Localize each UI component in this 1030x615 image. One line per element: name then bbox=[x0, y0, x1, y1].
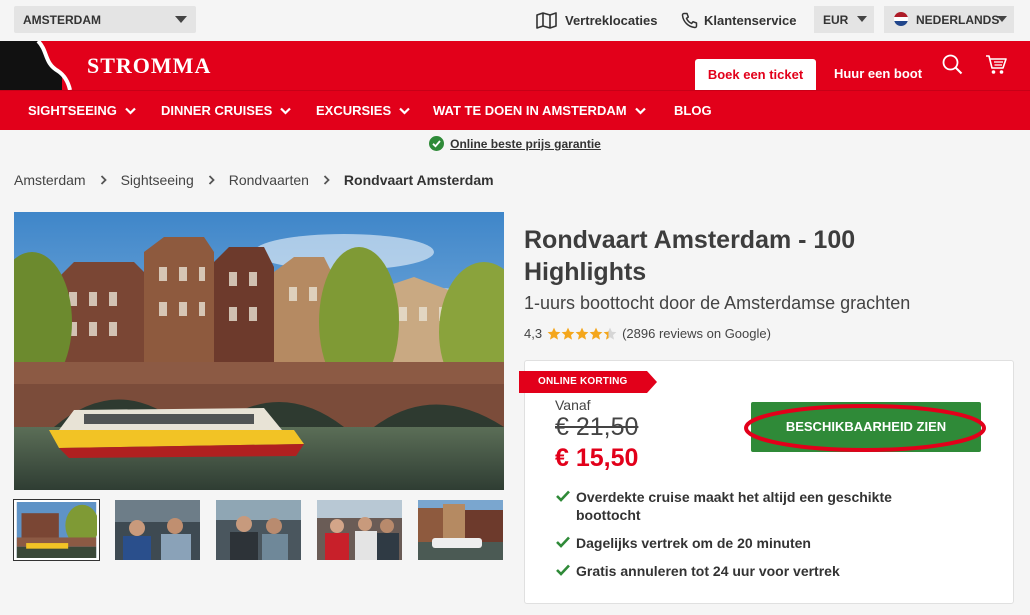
review-count[interactable]: (2896 reviews on Google) bbox=[622, 326, 771, 341]
from-label: Vanaf bbox=[555, 397, 591, 413]
language-select[interactable]: NEDERLANDS bbox=[884, 6, 1014, 33]
chevron-right-icon bbox=[323, 175, 330, 185]
utility-bar: AMSTERDAM Vertreklocaties Klantenservice… bbox=[0, 0, 1030, 41]
caret-down-icon bbox=[857, 16, 867, 22]
city-select[interactable]: AMSTERDAM bbox=[14, 6, 196, 33]
old-price: € 21,50 bbox=[555, 413, 639, 441]
logo-text[interactable]: STROMMA bbox=[87, 53, 211, 79]
thumbnail[interactable] bbox=[418, 500, 503, 560]
search-icon[interactable] bbox=[942, 54, 963, 75]
customer-service-link[interactable]: Klantenservice bbox=[681, 12, 797, 29]
breadcrumb-current: Rondvaart Amsterdam bbox=[343, 172, 494, 188]
phone-icon bbox=[681, 12, 698, 29]
chevron-down-icon bbox=[280, 107, 292, 115]
nav-label: WAT TE DOEN IN AMSTERDAM bbox=[433, 103, 627, 118]
new-price: € 15,50 bbox=[555, 444, 639, 472]
thumbnail[interactable] bbox=[115, 500, 200, 560]
thumbnail-couple-image bbox=[216, 500, 301, 560]
thumbnail-passengers-image bbox=[115, 500, 200, 560]
nav-blog[interactable]: BLOG bbox=[674, 103, 712, 118]
chevron-right-icon bbox=[100, 175, 107, 185]
currency-value: EUR bbox=[823, 13, 849, 27]
tab-book-ticket[interactable]: Boek een ticket bbox=[694, 58, 817, 90]
dutch-flag-icon bbox=[894, 12, 908, 26]
discount-badge-label: ONLINE KORTING bbox=[538, 376, 628, 387]
nav-label: DINNER CRUISES bbox=[161, 103, 273, 118]
star-icon bbox=[575, 327, 589, 340]
tab-rent-boat[interactable]: Huur een boot bbox=[826, 58, 930, 90]
nav-excursies[interactable]: EXCURSIES bbox=[316, 103, 410, 118]
rating: 4,3 (2896 reviews on Google) bbox=[524, 326, 771, 341]
chevron-right-icon bbox=[208, 175, 215, 185]
check-icon bbox=[556, 536, 570, 548]
check-icon bbox=[556, 564, 570, 576]
canal-boat-photo bbox=[14, 212, 504, 490]
rating-score: 4,3 bbox=[524, 326, 543, 341]
chevron-down-icon bbox=[634, 107, 646, 115]
feature-text: Gratis annuleren tot 24 uur voor vertrek bbox=[576, 563, 840, 579]
star-icon bbox=[547, 327, 561, 340]
feature-item: Overdekte cruise maakt het altijd een ge… bbox=[556, 488, 956, 524]
check-circle-icon bbox=[429, 136, 445, 151]
feature-item: Dagelijks vertrek om de 20 minuten bbox=[556, 534, 956, 552]
nav-sightseeing[interactable]: SIGHTSEEING bbox=[28, 103, 136, 118]
nav-what-to-do[interactable]: WAT TE DOEN IN AMSTERDAM bbox=[433, 103, 646, 118]
price-guarantee: Online beste prijs garantie bbox=[0, 136, 1030, 154]
feature-item: Gratis annuleren tot 24 uur voor vertrek bbox=[556, 562, 956, 580]
nav-label: BLOG bbox=[674, 103, 712, 118]
highlight-ellipse bbox=[744, 404, 986, 452]
departure-locations-link[interactable]: Vertreklocaties bbox=[536, 12, 658, 29]
caret-down-icon bbox=[175, 16, 187, 23]
nav-label: SIGHTSEEING bbox=[28, 103, 117, 118]
star-icon bbox=[589, 327, 603, 340]
chevron-down-icon bbox=[399, 107, 410, 115]
breadcrumb-item[interactable]: Rondvaarten bbox=[229, 172, 309, 188]
city-select-value: AMSTERDAM bbox=[23, 13, 101, 27]
thumbnail-friends-image bbox=[317, 500, 402, 560]
chevron-down-icon bbox=[125, 107, 136, 115]
main-photo[interactable] bbox=[14, 212, 504, 490]
map-icon bbox=[536, 12, 557, 29]
product-subtitle: 1-uurs boottocht door de Amsterdamse gra… bbox=[524, 293, 911, 313]
breadcrumb-item[interactable]: Sightseeing bbox=[121, 172, 194, 188]
departure-locations-label: Vertreklocaties bbox=[565, 13, 658, 28]
feature-list: Overdekte cruise maakt het altijd een ge… bbox=[556, 488, 956, 590]
price-guarantee-link[interactable]: Online beste prijs garantie bbox=[450, 137, 601, 151]
main-nav: SIGHTSEEING DINNER CRUISES EXCURSIES WAT… bbox=[0, 90, 1030, 130]
site-header: STROMMA Boek een ticket Huur een boot bbox=[0, 41, 1030, 90]
caret-down-icon bbox=[997, 16, 1007, 22]
thumbnail[interactable] bbox=[317, 500, 402, 560]
cart-icon[interactable] bbox=[985, 54, 1007, 75]
currency-select[interactable]: EUR bbox=[814, 6, 874, 33]
logo-swoosh-icon bbox=[36, 41, 80, 90]
thumbnail-boat-image bbox=[418, 500, 503, 560]
feature-text: Overdekte cruise maakt het altijd een ge… bbox=[576, 489, 892, 523]
thumbnail[interactable] bbox=[13, 499, 100, 561]
product-title: Rondvaart Amsterdam - 100 Highlights bbox=[524, 226, 856, 286]
breadcrumb: Amsterdam Sightseeing Rondvaarten Rondva… bbox=[14, 172, 494, 188]
thumbnail[interactable] bbox=[216, 500, 301, 560]
nav-label: EXCURSIES bbox=[316, 103, 392, 118]
feature-text: Dagelijks vertrek om de 20 minuten bbox=[576, 535, 811, 551]
breadcrumb-item[interactable]: Amsterdam bbox=[14, 172, 86, 188]
language-value: NEDERLANDS bbox=[916, 13, 1000, 27]
customer-service-label: Klantenservice bbox=[704, 13, 797, 28]
thumbnail-canal-image bbox=[16, 502, 97, 558]
rating-stars bbox=[547, 327, 617, 341]
star-half-icon bbox=[603, 327, 617, 340]
star-icon bbox=[561, 327, 575, 340]
thumbnail-strip bbox=[13, 499, 504, 561]
check-icon bbox=[556, 490, 570, 502]
nav-dinner-cruises[interactable]: DINNER CRUISES bbox=[161, 103, 292, 118]
